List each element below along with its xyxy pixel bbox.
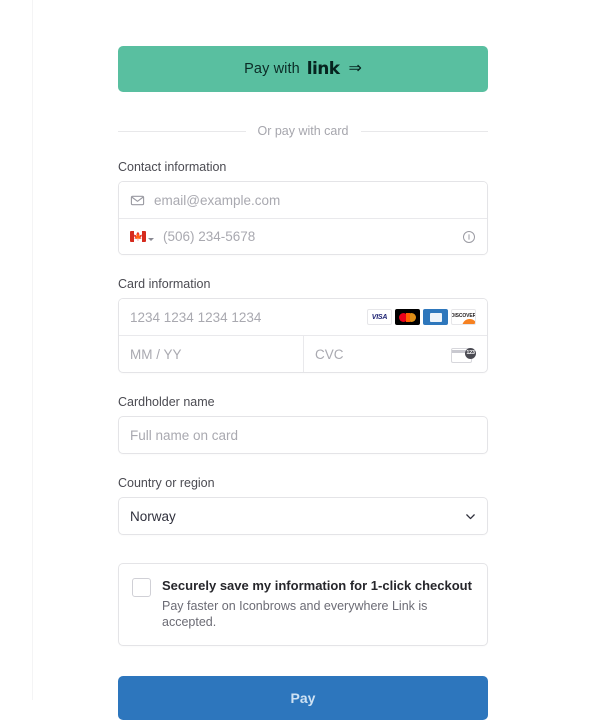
pay-with-link-label: Pay with (244, 61, 300, 77)
card-number-field-row[interactable]: 1234 1234 1234 1234 VISA DISCOVER (119, 299, 487, 335)
info-icon[interactable] (462, 230, 476, 244)
pay-button[interactable]: Pay (118, 676, 488, 720)
cardholder-name-label: Cardholder name (118, 395, 215, 409)
expiry-input[interactable]: MM / YY (130, 347, 292, 362)
country-region-label: Country or region (118, 476, 215, 490)
visa-icon: VISA (367, 309, 392, 325)
save-information-checkbox[interactable] (132, 578, 151, 597)
discover-label: DISCOVER (451, 313, 476, 319)
phone-field-row[interactable]: 🍁 (506) 234-5678 (119, 218, 487, 254)
divider-label: Or pay with card (257, 124, 349, 138)
accepted-card-brands: VISA DISCOVER (367, 309, 476, 325)
save-information-card[interactable]: Securely save my information for 1-click… (118, 563, 488, 647)
checkout-form: Pay with link ⇒ Or pay with card Contact… (118, 0, 489, 720)
cvc-input[interactable]: CVC (315, 347, 445, 362)
save-information-title: Securely save my information for 1-click… (162, 578, 472, 593)
phone-input[interactable]: (506) 234-5678 (163, 229, 456, 244)
cvc-field[interactable]: CVC 123 (303, 336, 487, 372)
or-divider: Or pay with card (118, 124, 489, 138)
card-input-stack: 1234 1234 1234 1234 VISA DISCOVER MM / Y… (118, 298, 488, 373)
chevron-down-icon[interactable] (464, 510, 476, 522)
card-expiry-cvc-row: MM / YY CVC 123 (119, 335, 487, 372)
expiry-field[interactable]: MM / YY (119, 336, 303, 372)
arrow-right-icon: ⇒ (348, 60, 362, 77)
card-information-label: Card information (118, 277, 211, 291)
email-input[interactable]: email@example.com (154, 193, 476, 208)
country-flag-ca-icon[interactable]: 🍁 (130, 231, 154, 242)
divider-rule-left (118, 130, 246, 132)
contact-information-group: Contact information email@example.com 🍁 (118, 160, 488, 255)
contact-input-stack: email@example.com 🍁 (506) 234-5678 (118, 181, 488, 255)
save-information-text: Securely save my information for 1-click… (162, 577, 474, 631)
cardholder-name-group: Cardholder name Full name on card (118, 395, 488, 454)
country-region-group: Country or region Norway (118, 476, 488, 535)
pay-with-link-button[interactable]: Pay with link ⇒ (118, 46, 488, 92)
save-information-subtitle: Pay faster on Iconbrows and everywhere L… (162, 598, 428, 630)
cardholder-name-input[interactable]: Full name on card (130, 428, 476, 443)
discover-icon: DISCOVER (451, 309, 476, 325)
country-region-value: Norway (130, 508, 176, 524)
cvc-hint-icon: 123 (451, 346, 476, 363)
email-field-row[interactable]: email@example.com (119, 182, 487, 218)
country-region-select[interactable]: Norway (118, 497, 488, 535)
cardholder-name-field[interactable]: Full name on card (118, 416, 488, 454)
amex-icon (423, 309, 448, 325)
page-edge-divider (32, 0, 33, 700)
card-number-input[interactable]: 1234 1234 1234 1234 (130, 310, 367, 325)
link-logo: link (306, 59, 340, 79)
mastercard-icon (395, 309, 420, 325)
card-information-group: Card information 1234 1234 1234 1234 VIS… (118, 277, 488, 373)
contact-information-label: Contact information (118, 160, 227, 174)
envelope-icon (130, 193, 145, 208)
cvc-code-label: 123 (466, 349, 475, 356)
divider-rule-right (360, 130, 489, 132)
chevron-down-icon[interactable] (148, 237, 154, 241)
